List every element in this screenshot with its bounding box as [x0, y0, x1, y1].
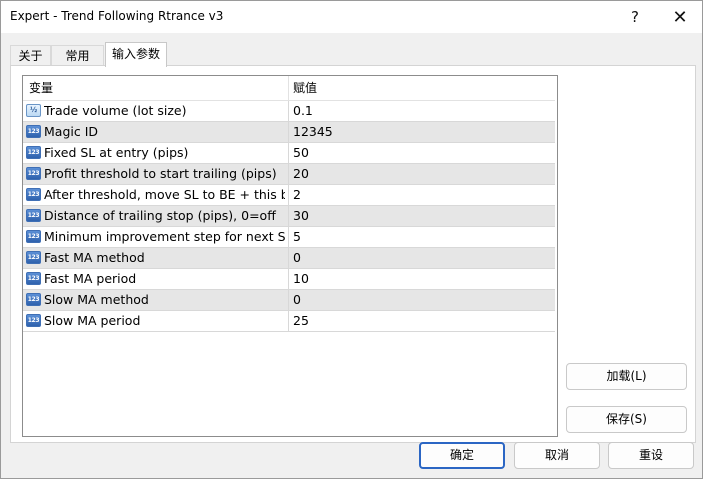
table-row[interactable]: 123 Fast MA method 0 [23, 248, 555, 269]
parameter-name: Profit threshold to start trailing (pips… [44, 166, 277, 181]
parameter-name: After threshold, move SL to BE + this b.… [44, 187, 285, 202]
table-row[interactable]: 123 After threshold, move SL to BE + this… [23, 185, 555, 206]
table-row[interactable]: 123 Slow MA method 0 [23, 290, 555, 311]
fraction-icon: ½ [26, 104, 41, 117]
parameter-name: Magic ID [44, 124, 99, 139]
parameter-name: Distance of trailing stop (pips), 0=off [44, 208, 276, 223]
parameter-name: Minimum improvement step for next SL... [44, 229, 285, 244]
parameter-name-cell: 123 Slow MA period [23, 311, 289, 331]
integer-icon: 123 [26, 314, 41, 327]
parameter-name-cell: ½ Trade volume (lot size) [23, 101, 289, 121]
window-title: Expert - Trend Following Rtrance v3 [10, 9, 224, 23]
title-bar[interactable]: Expert - Trend Following Rtrance v3 ? ✕ [1, 1, 702, 33]
expert-properties-dialog: Expert - Trend Following Rtrance v3 ? ✕ … [0, 0, 703, 479]
tab-about[interactable]: 关于 [10, 45, 51, 65]
column-header-variable[interactable]: 变量 [23, 76, 289, 100]
tab-inputs[interactable]: 输入参数 [105, 42, 167, 67]
parameter-name-cell: 123 Slow MA method [23, 290, 289, 310]
cancel-button[interactable]: 取消 [514, 442, 600, 469]
load-button[interactable]: 加载(L) [566, 363, 687, 390]
integer-icon: 123 [26, 251, 41, 264]
table-row[interactable]: 123 Magic ID 12345 [23, 122, 555, 143]
reset-button[interactable]: 重设 [608, 442, 694, 469]
parameter-name-cell: 123 Fast MA period [23, 269, 289, 289]
parameter-value-cell[interactable]: 10 [289, 269, 555, 289]
parameter-name: Fast MA period [44, 271, 137, 286]
parameter-value-cell[interactable]: 12345 [289, 122, 555, 142]
grid-rows: ½ Trade volume (lot size) 0.1 123 Magic ID 12… [23, 101, 555, 332]
integer-icon: 123 [26, 272, 41, 285]
parameter-value-cell[interactable]: 5 [289, 227, 555, 247]
save-button[interactable]: 保存(S) [566, 406, 687, 433]
parameter-name-cell: 123 Magic ID [23, 122, 289, 142]
parameter-name: Fast MA method [44, 250, 145, 265]
close-icon[interactable]: ✕ [657, 1, 703, 33]
table-row[interactable]: 123 Distance of trailing stop (pips), 0=o… [23, 206, 555, 227]
table-row[interactable]: 123 Minimum improvement step for next SL.… [23, 227, 555, 248]
grid-header: 变量 赋值 [23, 76, 555, 101]
parameter-name: Fixed SL at entry (pips) [44, 145, 189, 160]
parameter-name-cell: 123 Minimum improvement step for next SL.… [23, 227, 289, 247]
table-row[interactable]: 123 Slow MA period 25 [23, 311, 555, 332]
parameter-name-cell: 123 Distance of trailing stop (pips), 0=o… [23, 206, 289, 226]
table-row[interactable]: 123 Fixed SL at entry (pips) 50 [23, 143, 555, 164]
parameter-value-cell[interactable]: 50 [289, 143, 555, 163]
integer-icon: 123 [26, 188, 41, 201]
integer-icon: 123 [26, 167, 41, 180]
integer-icon: 123 [26, 293, 41, 306]
table-row[interactable]: 123 Profit threshold to start trailing (p… [23, 164, 555, 185]
integer-icon: 123 [26, 209, 41, 222]
help-icon[interactable]: ? [612, 1, 658, 33]
ok-button[interactable]: 确定 [419, 442, 505, 469]
parameter-value-cell[interactable]: 2 [289, 185, 555, 205]
parameters-grid[interactable]: 变量 赋值 ½ Trade volume (lot size) 0.1 123 Magi… [22, 75, 558, 437]
column-header-value[interactable]: 赋值 [289, 76, 555, 100]
parameter-name: Slow MA method [44, 292, 149, 307]
parameter-name: Slow MA period [44, 313, 141, 328]
parameter-name-cell: 123 After threshold, move SL to BE + this… [23, 185, 289, 205]
parameter-name: Trade volume (lot size) [44, 103, 187, 118]
parameter-value-cell[interactable]: 30 [289, 206, 555, 226]
parameter-value-cell[interactable]: 0.1 [289, 101, 555, 121]
parameter-name-cell: 123 Fixed SL at entry (pips) [23, 143, 289, 163]
table-row[interactable]: 123 Fast MA period 10 [23, 269, 555, 290]
parameter-value-cell[interactable]: 0 [289, 248, 555, 268]
integer-icon: 123 [26, 125, 41, 138]
integer-icon: 123 [26, 230, 41, 243]
parameter-value-cell[interactable]: 20 [289, 164, 555, 184]
table-row[interactable]: ½ Trade volume (lot size) 0.1 [23, 101, 555, 122]
parameter-value-cell[interactable]: 25 [289, 311, 555, 331]
integer-icon: 123 [26, 146, 41, 159]
parameter-name-cell: 123 Fast MA method [23, 248, 289, 268]
tab-common[interactable]: 常用 [51, 45, 104, 65]
parameter-name-cell: 123 Profit threshold to start trailing (p… [23, 164, 289, 184]
parameter-value-cell[interactable]: 0 [289, 290, 555, 310]
